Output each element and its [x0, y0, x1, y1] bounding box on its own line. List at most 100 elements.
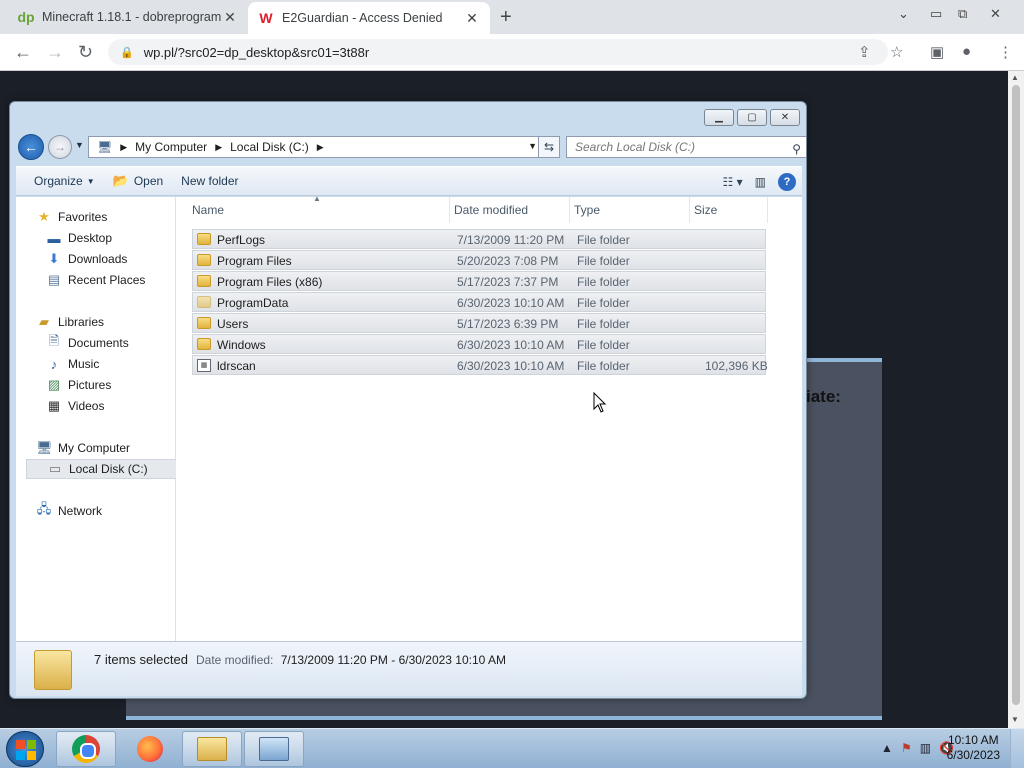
folder-icon: [197, 338, 211, 350]
explorer-address-row: ← → ▼ 🖥 ▶ My Computer ▶ Local Disk (C:) …: [18, 134, 806, 160]
sidebar-item-desktop[interactable]: ▬ Desktop: [46, 228, 113, 248]
action-center-flag-icon[interactable]: ⚑: [901, 741, 912, 755]
address-dropdown-icon[interactable]: ▼: [528, 141, 537, 151]
page-scrollbar[interactable]: ▲ ▼: [1008, 71, 1024, 728]
start-button[interactable]: [6, 731, 44, 767]
sidebar-item-favorites[interactable]: ★ Favorites: [36, 207, 107, 227]
sidebar-item-network[interactable]: 🖧 Network: [36, 501, 102, 521]
profile-avatar-icon[interactable]: ●: [962, 43, 971, 60]
file-date: 5/20/2023 7:08 PM: [457, 254, 559, 268]
table-row[interactable]: ProgramData 6/30/2023 10:10 AM File fold…: [192, 292, 766, 312]
maximize-button[interactable]: ▢: [737, 109, 767, 126]
taskbar-chrome[interactable]: [56, 731, 116, 767]
forward-arrow-icon[interactable]: →: [46, 42, 64, 63]
tab-e2guardian[interactable]: W E2Guardian - Access Denied ✕: [248, 2, 490, 34]
restore-icon[interactable]: ⧉: [958, 6, 967, 22]
chevron-right-icon[interactable]: ▶: [215, 142, 222, 153]
back-arrow-icon[interactable]: ←: [14, 42, 32, 63]
column-header-name[interactable]: Name: [188, 197, 450, 223]
wp-favicon-icon: W: [259, 10, 273, 26]
folder-icon: [197, 296, 211, 308]
file-name: Windows: [217, 338, 266, 352]
back-button[interactable]: ←: [18, 134, 44, 160]
sidebar-item-music[interactable]: ♪ Music: [46, 354, 100, 374]
file-date: 5/17/2023 6:39 PM: [457, 317, 559, 331]
column-header-size[interactable]: Size: [690, 197, 768, 223]
preview-pane-icon[interactable]: ▥: [755, 175, 766, 189]
sidebar-item-local-disk[interactable]: ▭ Local Disk (C:): [26, 459, 182, 479]
file-name: ProgramData: [217, 296, 289, 310]
file-name: Users: [217, 317, 249, 331]
new-folder-button[interactable]: New folder: [181, 174, 238, 188]
chevron-right-icon[interactable]: ▶: [317, 142, 324, 153]
file-type: File folder: [577, 296, 630, 310]
sidebar-item-label: Favorites: [58, 210, 108, 224]
reload-icon[interactable]: ↻: [78, 42, 93, 63]
forward-button[interactable]: →: [48, 135, 72, 159]
bookmark-star-icon[interactable]: ☆: [890, 43, 903, 61]
file-date: 5/17/2023 7:37 PM: [457, 275, 559, 289]
sidebar-item-label: My Computer: [58, 441, 131, 455]
side-panel-icon[interactable]: ▣: [930, 43, 944, 61]
show-hidden-icons-icon[interactable]: ▲: [881, 741, 893, 755]
breadcrumb[interactable]: 🖥 ▶ My Computer ▶ Local Disk (C:) ▶ ▼: [88, 136, 542, 158]
table-row[interactable]: PerfLogs 7/13/2009 11:20 PM File folder: [192, 229, 766, 249]
new-tab-button[interactable]: +: [500, 6, 512, 29]
computer-icon: 🖥: [36, 440, 53, 455]
minimize-button[interactable]: ▁: [704, 109, 734, 126]
tab-search-chevron-icon[interactable]: ⌄: [898, 6, 909, 22]
tab-minecraft[interactable]: dp Minecraft 1.18.1 - dobreprogram ✕: [8, 0, 248, 34]
column-header-date-modified[interactable]: Date modified: [450, 197, 570, 223]
taskbar-control-panel[interactable]: [244, 731, 304, 767]
column-header-type[interactable]: Type: [570, 197, 690, 223]
organize-button[interactable]: Organize ▼: [34, 174, 95, 188]
search-icon[interactable]: ⚲: [792, 139, 801, 159]
selection-count: 7 items selected: [94, 652, 188, 667]
sidebar-item-recent-places[interactable]: ▤ Recent Places: [46, 270, 146, 290]
table-row[interactable]: Program Files 5/20/2023 7:08 PM File fol…: [192, 250, 766, 270]
network-status-icon[interactable]: ▥: [920, 741, 931, 755]
refresh-button[interactable]: ⇆: [538, 136, 560, 158]
chevron-right-icon[interactable]: ▶: [120, 142, 127, 153]
libraries-icon: ▰: [39, 314, 49, 329]
scrollbar-thumb[interactable]: [1012, 85, 1020, 705]
clock[interactable]: 10:10 AM 6/30/2023: [947, 733, 1000, 763]
scroll-down-icon[interactable]: ▼: [1011, 715, 1019, 724]
address-bar[interactable]: 🔒 wp.pl/?src02=dp_desktop&src01=3t88r: [108, 39, 888, 65]
view-options-icon[interactable]: ☷ ▾: [723, 175, 743, 189]
file-type: File folder: [577, 254, 630, 268]
sidebar-item-my-computer[interactable]: 🖥 My Computer: [36, 438, 130, 458]
taskbar-firefox[interactable]: [120, 731, 180, 767]
computer-icon: 🖥: [97, 140, 113, 154]
date-modified-label: Date modified:: [196, 653, 274, 667]
navigation-pane: ★ Favorites ▬ Desktop ⬇ Downloads ▤ Rece…: [16, 197, 182, 641]
open-button[interactable]: 📂 Open: [113, 173, 164, 189]
table-row[interactable]: Program Files (x86) 5/17/2023 7:37 PM Fi…: [192, 271, 766, 291]
close-tab-icon[interactable]: ✕: [222, 9, 238, 26]
scroll-up-icon[interactable]: ▲: [1011, 73, 1019, 82]
search-input[interactable]: Search Local Disk (C:) ⚲: [566, 136, 806, 159]
pictures-icon: ▨: [47, 377, 61, 392]
show-desktop-button[interactable]: [1010, 729, 1024, 768]
sidebar-item-libraries[interactable]: ▰ Libraries: [36, 312, 104, 332]
sidebar-item-pictures[interactable]: ▨ Pictures: [46, 375, 112, 395]
file-date: 7/13/2009 11:20 PM: [457, 233, 565, 247]
close-tab-icon[interactable]: ✕: [464, 10, 480, 27]
minimize-icon[interactable]: ▭: [930, 6, 942, 22]
share-icon[interactable]: ⇪: [858, 43, 871, 61]
menu-kebab-icon[interactable]: ⋮: [998, 43, 1013, 61]
breadcrumb-my-computer[interactable]: My Computer: [135, 140, 207, 154]
sidebar-item-documents[interactable]: 🗎 Documents: [46, 333, 129, 353]
close-window-icon[interactable]: ✕: [990, 6, 1001, 22]
sidebar-item-downloads[interactable]: ⬇ Downloads: [46, 249, 128, 269]
help-icon[interactable]: ?: [778, 173, 796, 191]
file-type: File folder: [577, 275, 630, 289]
table-row[interactable]: ▦ ldrscan 6/30/2023 10:10 AM File folder…: [192, 355, 768, 375]
sidebar-item-videos[interactable]: ▦ Videos: [46, 396, 105, 416]
close-button[interactable]: ✕: [770, 109, 800, 126]
table-row[interactable]: Users 5/17/2023 6:39 PM File folder: [192, 313, 766, 333]
taskbar-explorer[interactable]: [182, 731, 242, 767]
table-row[interactable]: Windows 6/30/2023 10:10 AM File folder: [192, 334, 766, 354]
breadcrumb-local-disk[interactable]: Local Disk (C:): [230, 140, 309, 154]
history-dropdown-icon[interactable]: ▼: [75, 140, 84, 150]
